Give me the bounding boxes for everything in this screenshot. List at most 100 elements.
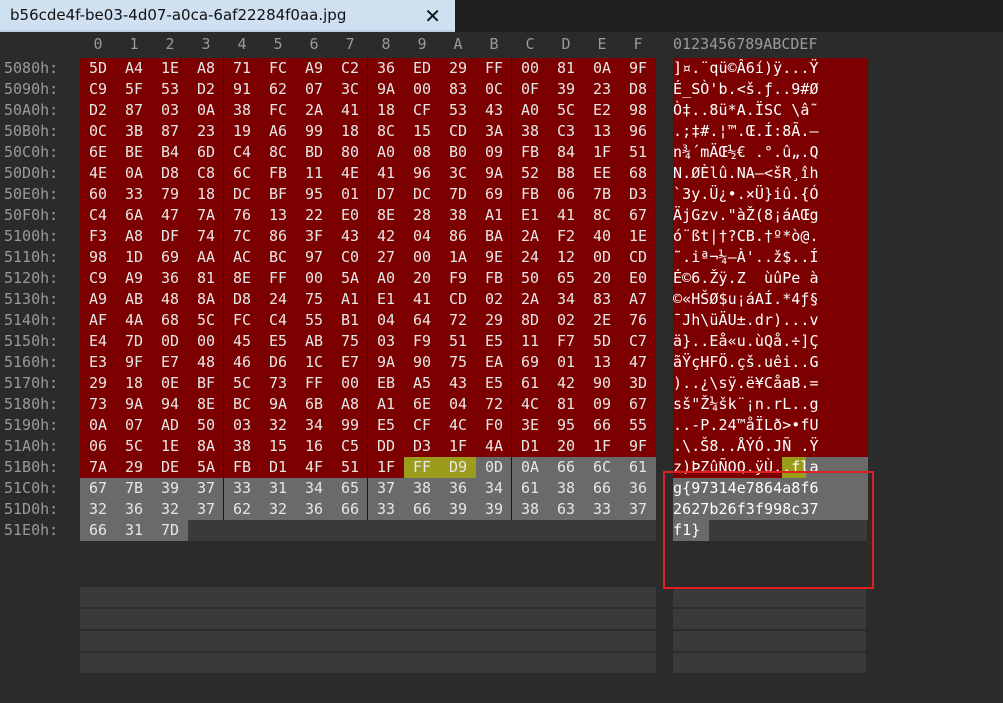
- ascii-text[interactable]: n¾´mÄŒ½€ .°.û„.Q: [673, 142, 819, 163]
- hex-byte[interactable]: 95: [551, 415, 581, 436]
- hex-byte[interactable]: 68: [155, 310, 185, 331]
- ascii-text[interactable]: .\.Š8..ÅÝÓ.JÑ .Ÿ: [673, 436, 819, 457]
- hex-byte[interactable]: 27: [371, 247, 401, 268]
- hex-byte[interactable]: 47: [155, 205, 185, 226]
- hex-byte[interactable]: 84: [551, 142, 581, 163]
- hex-byte[interactable]: DC: [407, 184, 437, 205]
- hex-byte[interactable]: E5: [479, 331, 509, 352]
- hex-byte[interactable]: 40: [587, 226, 617, 247]
- hex-byte[interactable]: D3: [407, 436, 437, 457]
- hex-byte[interactable]: 87: [119, 100, 149, 121]
- hex-byte[interactable]: 64: [407, 310, 437, 331]
- hex-byte[interactable]: 8E: [227, 268, 257, 289]
- hex-byte[interactable]: 2A: [515, 289, 545, 310]
- hex-byte[interactable]: 09: [587, 394, 617, 415]
- hex-byte[interactable]: 42: [371, 226, 401, 247]
- hex-byte[interactable]: 96: [407, 163, 437, 184]
- hex-byte[interactable]: 43: [479, 100, 509, 121]
- hex-byte[interactable]: 43: [335, 226, 365, 247]
- hex-byte[interactable]: E1: [371, 289, 401, 310]
- hex-byte[interactable]: A0: [515, 100, 545, 121]
- hex-byte[interactable]: 04: [371, 310, 401, 331]
- hex-byte[interactable]: 0A: [83, 415, 113, 436]
- hex-byte[interactable]: 42: [551, 373, 581, 394]
- hex-byte[interactable]: 6C: [227, 163, 257, 184]
- hex-byte[interactable]: 36: [443, 478, 473, 499]
- hex-byte[interactable]: AB: [119, 289, 149, 310]
- hex-byte[interactable]: EA: [479, 352, 509, 373]
- hex-byte[interactable]: 02: [479, 289, 509, 310]
- hex-byte[interactable]: 41: [335, 100, 365, 121]
- hex-byte[interactable]: FB: [227, 457, 257, 478]
- hex-byte[interactable]: 15: [263, 436, 293, 457]
- hex-byte[interactable]: D2: [83, 100, 113, 121]
- hex-byte[interactable]: 38: [407, 478, 437, 499]
- hex-byte[interactable]: F2: [551, 226, 581, 247]
- hex-byte[interactable]: 5D: [83, 58, 113, 79]
- hex-byte[interactable]: 91: [227, 79, 257, 100]
- hex-byte[interactable]: 39: [443, 499, 473, 520]
- hex-byte[interactable]: 0F: [515, 79, 545, 100]
- hex-byte[interactable]: 9E: [479, 247, 509, 268]
- hex-byte[interactable]: 2A: [299, 100, 329, 121]
- hex-byte[interactable]: 20: [551, 436, 581, 457]
- ascii-text[interactable]: ãŸçHFÖ.çš.uêi..G: [673, 352, 819, 373]
- hex-byte[interactable]: 11: [299, 163, 329, 184]
- hex-byte[interactable]: A1: [371, 394, 401, 415]
- hex-byte[interactable]: 67: [623, 394, 653, 415]
- hex-byte[interactable]: 03: [371, 331, 401, 352]
- hex-byte[interactable]: 34: [479, 478, 509, 499]
- hex-byte[interactable]: 23: [191, 121, 221, 142]
- hex-byte[interactable]: 67: [83, 478, 113, 499]
- hex-byte[interactable]: D1: [263, 457, 293, 478]
- hex-byte[interactable]: FB: [515, 142, 545, 163]
- hex-byte[interactable]: C4: [227, 142, 257, 163]
- hex-byte[interactable]: C2: [335, 58, 365, 79]
- hex-byte[interactable]: BF: [191, 373, 221, 394]
- hex-byte[interactable]: 66: [551, 457, 581, 478]
- hex-byte[interactable]: E0: [623, 268, 653, 289]
- ascii-text[interactable]: Ò‡..8ü*A.ÏSC \â˜: [673, 100, 819, 121]
- hex-byte[interactable]: 4C: [443, 415, 473, 436]
- hex-byte[interactable]: C3: [551, 121, 581, 142]
- hex-byte[interactable]: CD: [623, 247, 653, 268]
- hex-byte[interactable]: 00: [407, 79, 437, 100]
- hex-byte[interactable]: E7: [335, 352, 365, 373]
- hex-byte[interactable]: E2: [587, 100, 617, 121]
- hex-byte[interactable]: 13: [587, 121, 617, 142]
- hex-byte[interactable]: 33: [371, 499, 401, 520]
- hex-byte[interactable]: BD: [299, 142, 329, 163]
- hex-byte[interactable]: 34: [551, 289, 581, 310]
- hex-byte[interactable]: A0: [371, 268, 401, 289]
- hex-byte[interactable]: 8C: [263, 142, 293, 163]
- hex-byte[interactable]: 83: [443, 79, 473, 100]
- hex-byte[interactable]: 24: [263, 289, 293, 310]
- hex-byte[interactable]: 1A: [443, 247, 473, 268]
- hex-byte[interactable]: 8C: [371, 121, 401, 142]
- hex-byte[interactable]: 3C: [335, 79, 365, 100]
- hex-byte[interactable]: 75: [299, 289, 329, 310]
- hex-byte[interactable]: A0: [371, 142, 401, 163]
- hex-byte[interactable]: 29: [479, 310, 509, 331]
- hex-byte[interactable]: 5C: [191, 310, 221, 331]
- hex-byte[interactable]: C4: [83, 205, 113, 226]
- hex-byte[interactable]: B4: [155, 142, 185, 163]
- hex-byte[interactable]: FC: [263, 58, 293, 79]
- hex-byte[interactable]: 69: [515, 352, 545, 373]
- hex-byte[interactable]: 1E: [155, 436, 185, 457]
- hex-byte[interactable]: 39: [155, 478, 185, 499]
- hex-byte[interactable]: D6: [263, 352, 293, 373]
- hex-byte[interactable]: A9: [119, 268, 149, 289]
- hex-byte[interactable]: 04: [443, 394, 473, 415]
- hex-byte[interactable]: 03: [155, 100, 185, 121]
- hex-byte[interactable]: 48: [155, 289, 185, 310]
- hex-byte[interactable]: 52: [515, 163, 545, 184]
- hex-byte[interactable]: 39: [479, 499, 509, 520]
- hex-byte[interactable]: 81: [551, 394, 581, 415]
- hex-byte[interactable]: 73: [83, 394, 113, 415]
- hex-byte[interactable]: 68: [623, 163, 653, 184]
- hex-byte[interactable]: 5A: [335, 268, 365, 289]
- ascii-text[interactable]: sš"Ž¼šk¨¡n.rL..g: [673, 394, 819, 415]
- ascii-text[interactable]: ..-P.24™åÏLð>•fU: [673, 415, 819, 436]
- hex-byte[interactable]: 0A: [587, 58, 617, 79]
